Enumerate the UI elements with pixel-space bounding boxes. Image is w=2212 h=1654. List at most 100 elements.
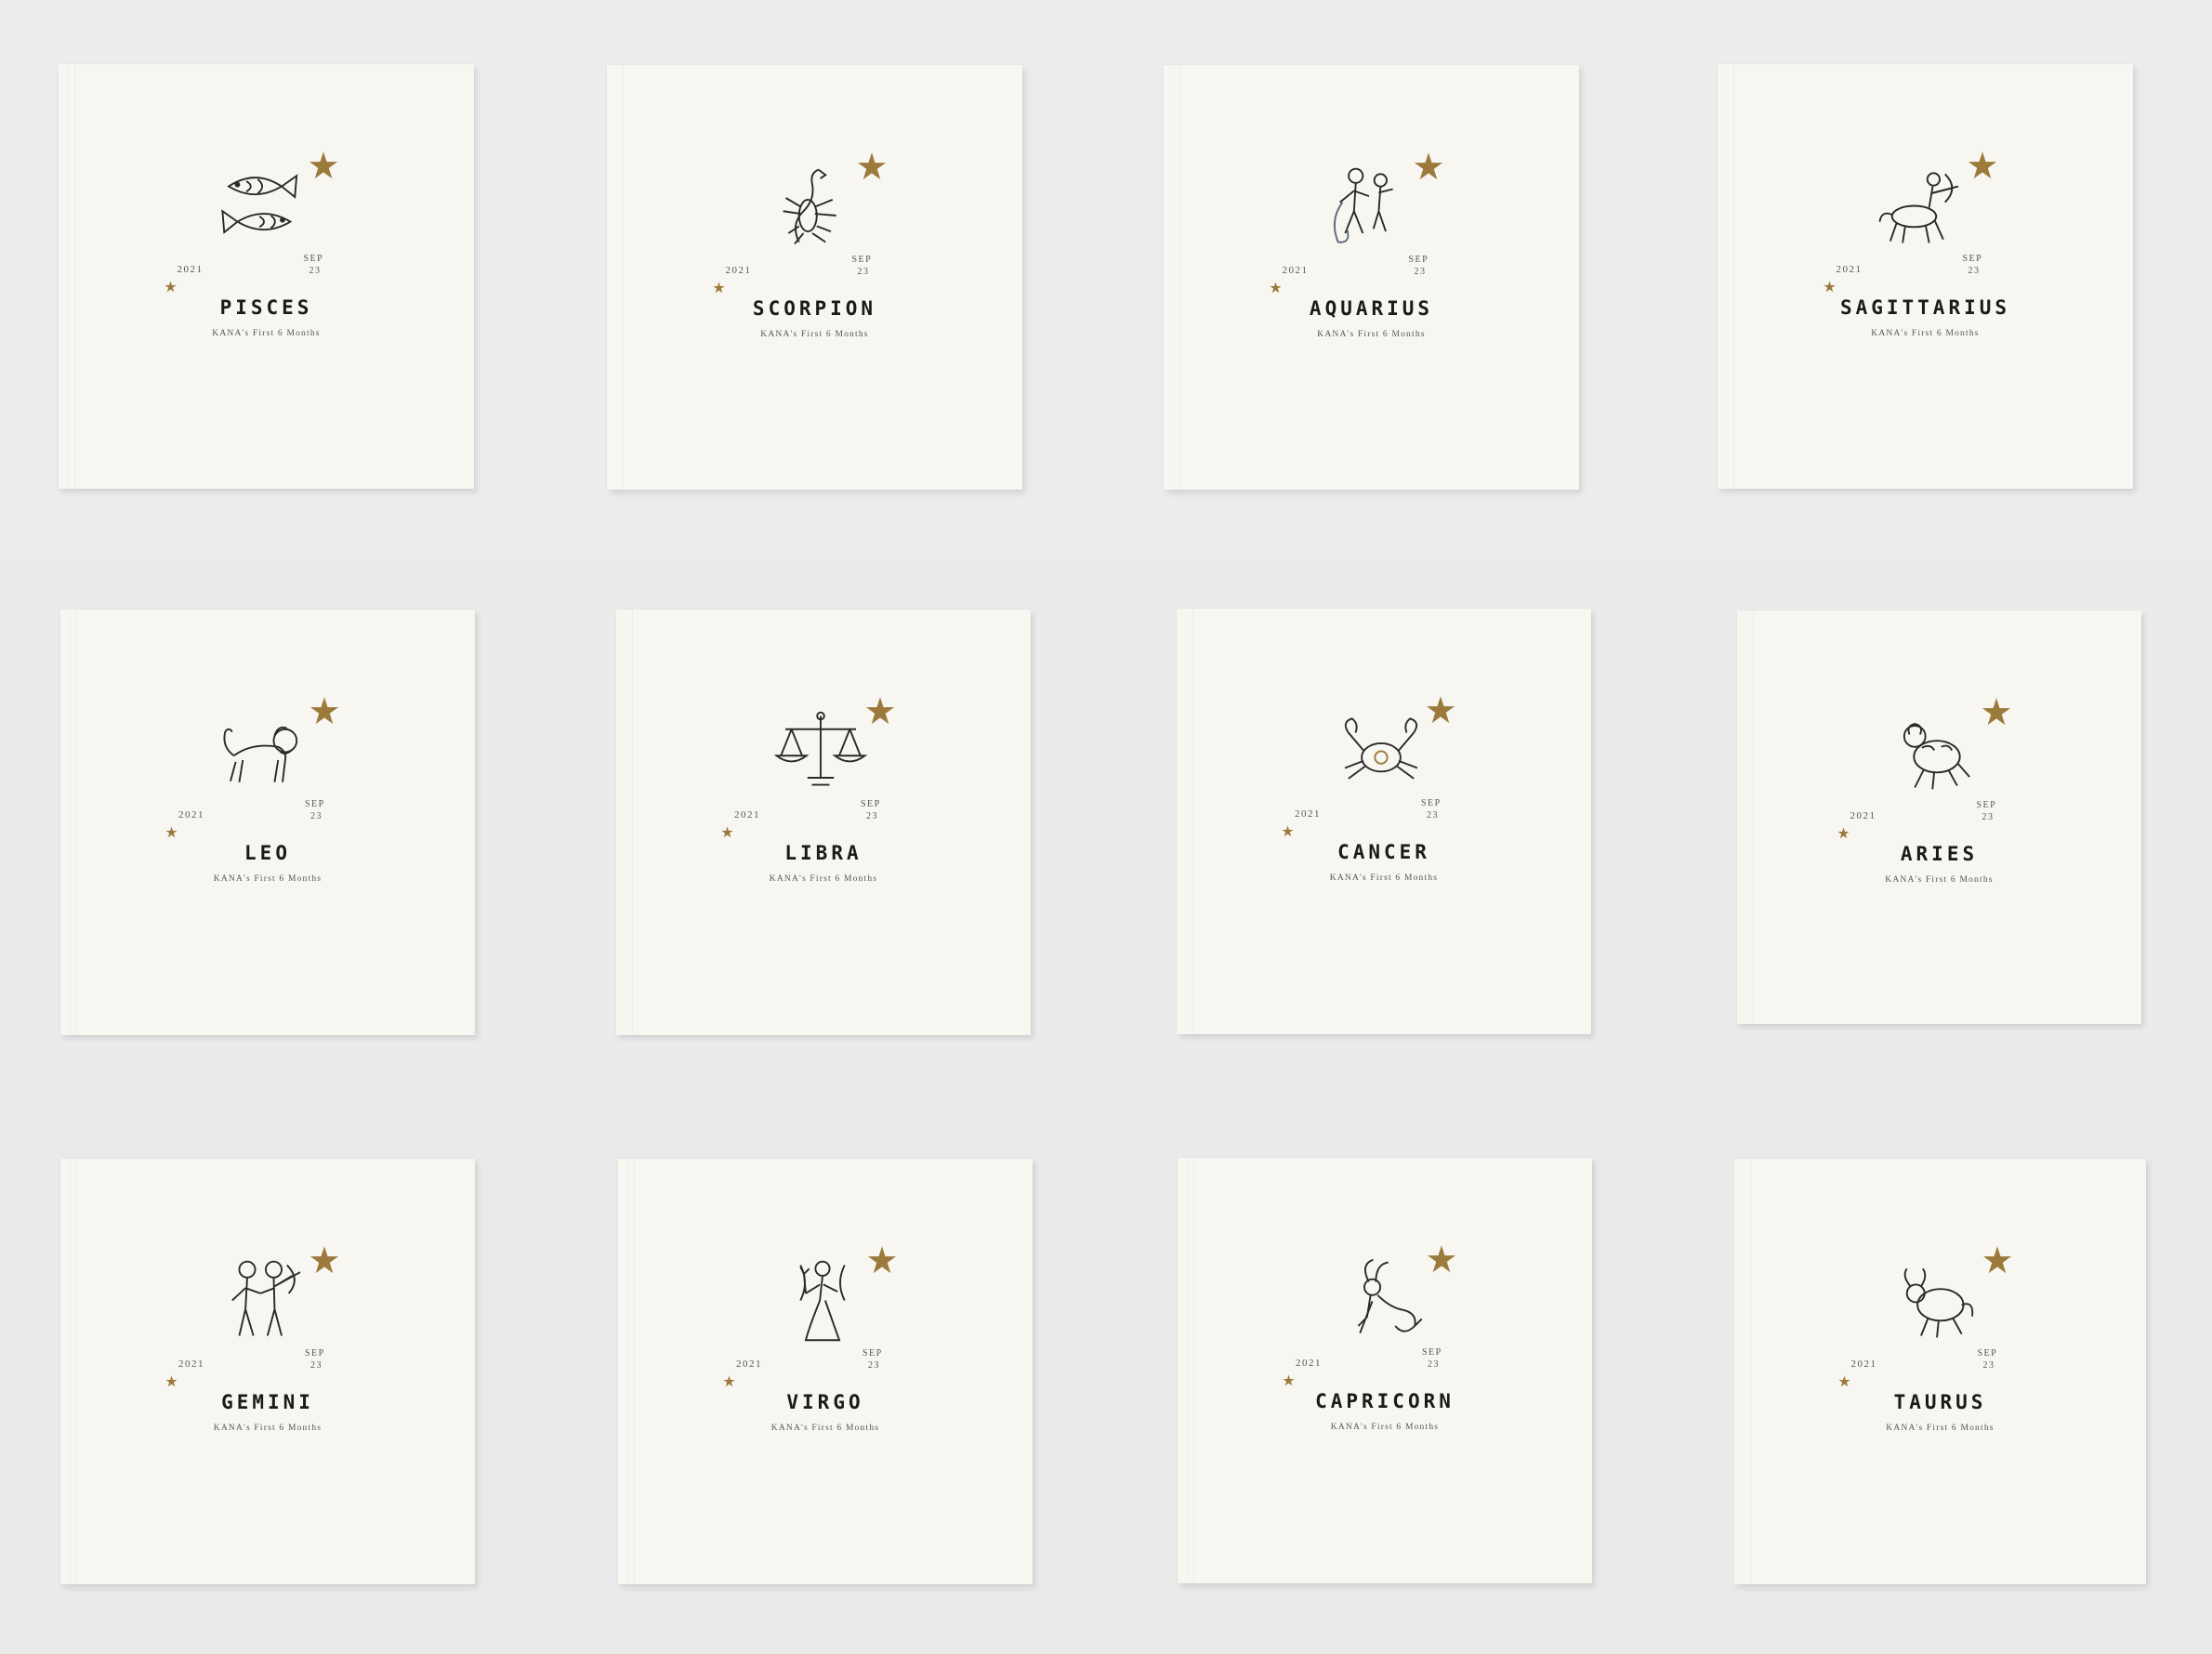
cover-month: SEP [305,799,325,809]
maiden-icon [799,1260,846,1342]
cover-day: 23 [309,266,322,276]
large-star-icon [309,697,339,725]
book-cover-cancer[interactable]: 2021 SEP 23 CANCER KANA's First 6 Months [1177,609,1591,1034]
cover-date: SEP 23 [305,1347,342,1372]
book-cover-gemini[interactable]: 2021 SEP 23 GEMINI KANA's First 6 Months [60,1159,475,1584]
small-star-icon [1837,827,1850,839]
large-star-icon [1426,696,1455,724]
cover-title: VIRGO [786,1391,864,1413]
cover-date: SEP 23 [1409,254,1446,278]
large-star-icon [1968,151,1996,179]
cover-year: 2021 [178,1359,204,1370]
bull-icon [1903,1267,1973,1338]
cover-subtitle: KANA's First 6 Months [212,329,321,338]
cover-day: 23 [1427,810,1439,820]
cover-year: 2021 [736,1359,762,1370]
cover-month: SEP [1976,800,1997,810]
cover-date: SEP 23 [862,1347,900,1372]
cover-date: SEP 23 [1421,797,1458,821]
cover-subtitle: KANA's First 6 Months [770,1424,880,1433]
cover-day: 23 [1428,1359,1440,1370]
cover-subtitle: KANA's First 6 Months [213,874,323,884]
cover-subtitle: KANA's First 6 Months [760,330,869,339]
cover-day: 23 [310,1360,323,1371]
book-cover-scorpion[interactable]: 2021 SEP 23 SCORPION KANA's First 6 Months [607,65,1022,490]
small-star-icon [1823,281,1836,293]
cover-date: SEP 23 [852,254,889,278]
cover-year: 2021 [725,265,752,276]
large-star-icon [1427,1245,1456,1273]
cover-day: 23 [866,811,878,821]
cover-day: 23 [1968,266,1981,276]
cover-year: 2021 [1850,1359,1877,1370]
cover-day: 23 [857,267,870,277]
cover-date: SEP 23 [861,798,898,822]
cover-subtitle: KANA's First 6 Months [1871,329,1980,338]
cover-day: 23 [310,811,323,821]
cover-year: 2021 [1296,1358,1322,1369]
small-star-icon [1282,825,1294,837]
scorpion-icon [783,168,836,245]
large-star-icon [865,697,895,725]
cover-title: CAPRICORN [1315,1390,1455,1412]
cover-subtitle: KANA's First 6 Months [1317,330,1426,339]
cover-title: AQUARIUS [1309,297,1434,320]
cover-title: SAGITTARIUS [1839,296,2011,319]
cover-date: SEP 23 [1422,1346,1459,1371]
cover-design: 2021 SEP 23 PISCES KANA's First 6 Months [59,143,474,338]
cover-date: SEP 23 [305,798,342,822]
cover-year: 2021 [1850,810,1876,821]
cover-subtitle: KANA's First 6 Months [769,874,878,884]
book-cover-taurus[interactable]: 2021 SEP 23 TAURUS KANA's First 6 Months [1734,1159,2146,1584]
cover-month: SEP [1422,1347,1442,1358]
cover-month: SEP [851,255,873,265]
cover-title: PISCES [219,296,313,319]
book-cover-leo[interactable]: 2021 SEP 23 LEO KANA's First 6 Months [60,610,475,1035]
cover-year: 2021 [1836,264,1863,275]
cover-design: 2021 SEP 23 LIBRA KANA's First 6 Months [616,689,1031,884]
cover-title: SCORPION [752,297,877,320]
book-cover-libra[interactable]: 2021 SEP 23 LIBRA KANA's First 6 Months [616,610,1031,1035]
fish-pair-icon [220,174,297,234]
cover-month: SEP [303,254,324,264]
cover-year: 2021 [177,264,204,275]
water-bearer-icon [1333,167,1393,243]
small-star-icon [1283,1374,1295,1386]
small-star-icon [721,826,733,838]
cover-year: 2021 [1295,808,1321,820]
cover-month: SEP [1962,254,1983,264]
book-cover-aquarius[interactable]: 2021 SEP 23 AQUARIUS KANA's First 6 Months [1164,65,1579,490]
book-cover-pisces[interactable]: 2021 SEP 23 PISCES KANA's First 6 Months [59,64,474,489]
archer-centaur-icon [1878,172,1958,243]
cover-design: 2021 SEP 23 TAURUS KANA's First 6 Months [1734,1238,2146,1433]
book-cover-capricorn[interactable]: 2021 SEP 23 CAPRICORN KANA's First 6 Months [1178,1158,1592,1583]
cover-title: GEMINI [221,1391,314,1413]
cover-year: 2021 [1282,265,1309,276]
cover-subtitle: KANA's First 6 Months [213,1424,323,1433]
cover-month: SEP [862,1348,883,1359]
cover-design: 2021 SEP 23 CAPRICORN KANA's First 6 Months [1178,1237,1592,1432]
cover-year: 2021 [178,809,204,820]
cover-title: CANCER [1337,841,1430,863]
book-cover-sagittarius[interactable]: 2021 SEP 23 SAGITTARIUS KANA's First 6 Month… [1718,64,2133,489]
cover-design: 2021 SEP 23 AQUARIUS KANA's First 6 Months [1164,144,1579,339]
crab-icon [1344,717,1418,780]
cover-design: 2021 SEP 23 LEO KANA's First 6 Months [60,689,475,884]
cover-design: 2021 SEP 23 SCORPION KANA's First 6 Months [607,144,1022,339]
cover-year: 2021 [734,809,760,820]
cover-day: 23 [1982,1360,1995,1371]
cover-design: 2021 SEP 23 VIRGO KANA's First 6 Months [618,1238,1033,1433]
cover-subtitle: KANA's First 6 Months [1330,1423,1440,1432]
book-cover-aries[interactable]: 2021 SEP 23 ARIES KANA's First 6 Months [1737,610,2141,1024]
small-star-icon [1837,1375,1850,1387]
ram-icon [1903,723,1970,790]
small-star-icon [164,281,177,293]
small-star-icon [712,282,725,294]
cover-title: ARIES [1900,843,1979,865]
cover-title: TAURUS [1893,1391,1987,1413]
cover-subtitle: KANA's First 6 Months [1329,873,1439,883]
book-cover-virgo[interactable]: 2021 SEP 23 VIRGO KANA's First 6 Months [618,1159,1033,1584]
cover-design: 2021 SEP 23 CANCER KANA's First 6 Months [1177,688,1591,883]
small-star-icon [165,826,178,838]
large-star-icon [857,152,886,180]
